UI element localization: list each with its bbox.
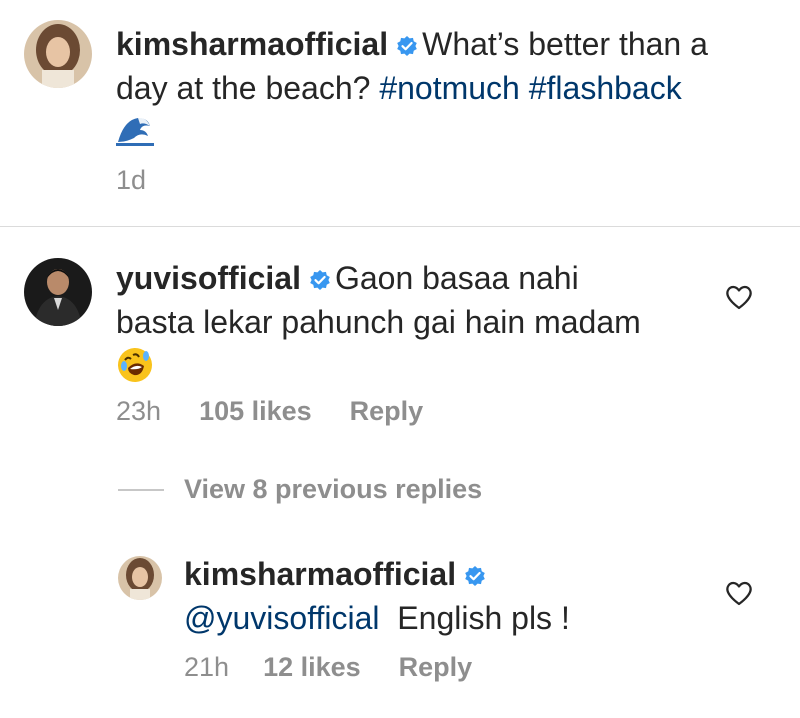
hashtag-notmuch[interactable]: #notmuch xyxy=(379,70,520,106)
reply-likes-link[interactable]: 12 likes xyxy=(263,652,361,683)
replies-line xyxy=(118,488,164,491)
reply-mention-link[interactable]: @yuvisofficial xyxy=(184,600,380,636)
comment-body-line2: basta lekar pahunch gai hain madam xyxy=(116,304,641,340)
reply-text: kimsharmaofficial @yuvisofficial English… xyxy=(184,552,704,640)
view-previous-replies-button[interactable]: View 8 previous replies xyxy=(118,474,482,505)
caption-meta: 1d xyxy=(116,165,146,196)
comment-username[interactable]: yuvisofficial xyxy=(116,260,301,296)
comment-meta: 23h 105 likes Reply xyxy=(116,396,423,427)
caption-timestamp: 1d xyxy=(116,165,147,195)
comment-timestamp: 23h xyxy=(116,396,162,426)
comment-like-heart-icon[interactable] xyxy=(725,284,753,310)
reply-timestamp: 21h xyxy=(184,652,230,682)
reply-avatar[interactable] xyxy=(118,556,162,600)
comment-likes-link[interactable]: 105 likes xyxy=(199,396,312,427)
comment-reply-button[interactable]: Reply xyxy=(350,396,424,427)
reply-body: English pls ! xyxy=(397,600,570,636)
comment-text: yuvisofficial Gaon basaa nahi basta lekar… xyxy=(116,256,716,344)
reply-meta: 21h 12 likes Reply xyxy=(184,652,472,683)
wave-emoji-icon xyxy=(116,112,154,146)
verified-badge-icon xyxy=(309,258,331,290)
reply-username[interactable]: kimsharmaofficial xyxy=(184,556,456,592)
caption-avatar[interactable] xyxy=(24,20,92,88)
reply-reply-button[interactable]: Reply xyxy=(399,652,473,683)
divider xyxy=(0,226,800,227)
caption-body: What’s better than a xyxy=(422,26,708,62)
comment-body-line1: Gaon basaa nahi xyxy=(334,260,579,296)
caption-username[interactable]: kimsharmaofficial xyxy=(116,26,388,62)
verified-badge-icon xyxy=(464,554,486,586)
comment-avatar[interactable] xyxy=(24,258,92,326)
verified-badge-icon xyxy=(396,24,418,56)
rofl-emoji-icon xyxy=(116,346,154,384)
reply-like-heart-icon[interactable] xyxy=(725,580,753,606)
view-replies-label: View 8 previous replies xyxy=(184,474,483,504)
caption-body-line2: day at the beach? xyxy=(116,70,371,106)
hashtag-flashback[interactable]: #flashback xyxy=(529,70,682,106)
caption-text: kimsharmaofficial What’s better than a da… xyxy=(116,22,776,110)
